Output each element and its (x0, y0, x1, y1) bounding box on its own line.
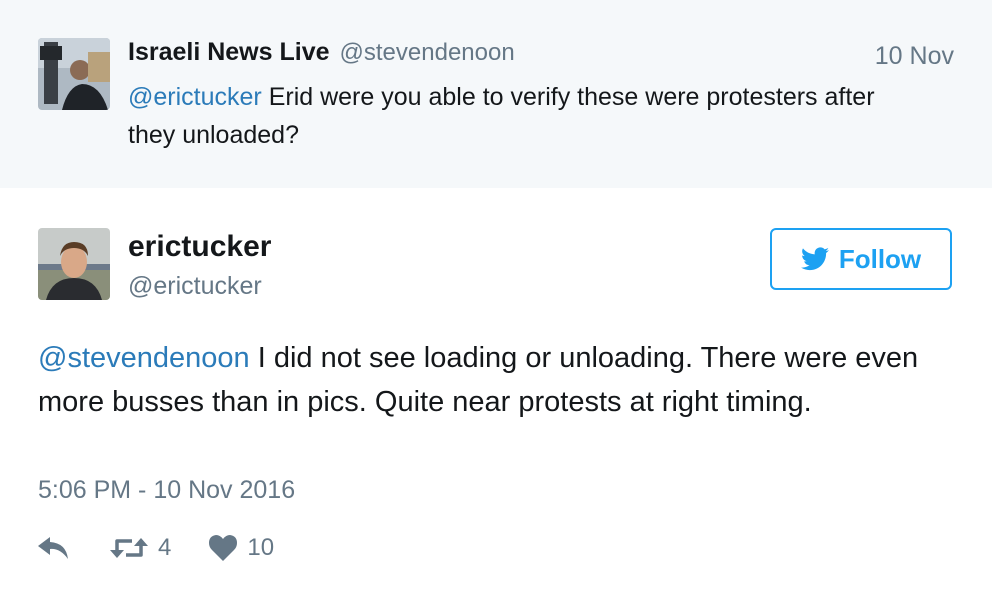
tweet-handle[interactable]: @erictucker (128, 272, 262, 301)
heart-icon (209, 535, 238, 561)
tweet-mention-link[interactable]: @stevendenoon (38, 342, 250, 374)
follow-button-label: Follow (838, 243, 922, 274)
tweet-text: @stevendenoon I did not see loading or u… (38, 336, 958, 424)
twitter-bird-icon (800, 247, 829, 271)
like-button[interactable]: 10 (209, 534, 274, 562)
tweet-actions: 4 10 (38, 530, 274, 566)
retweet-icon (110, 538, 148, 558)
tweet-timestamp[interactable]: 5:06 PM - 10 Nov 2016 (38, 476, 295, 505)
tweet-display-name[interactable]: erictucker (128, 230, 271, 264)
follow-button[interactable]: Follow (770, 228, 952, 290)
reply-icon (38, 537, 68, 559)
parent-tweet-text: @erictucker Erid were you able to verify… (128, 78, 928, 154)
retweet-button[interactable]: 4 (110, 534, 171, 562)
parent-display-name[interactable]: Israeli News Live (128, 38, 330, 67)
parent-handle[interactable]: @stevendenoon (340, 39, 515, 67)
retweet-count: 4 (158, 534, 172, 561)
user-avatar-icon[interactable] (38, 228, 110, 300)
parent-tweet[interactable]: Israeli News Live @stevendenoon 10 Nov @… (0, 0, 992, 188)
parent-date[interactable]: 10 Nov (875, 42, 954, 71)
like-count: 10 (247, 534, 275, 561)
parent-mention-link[interactable]: @erictucker (128, 83, 262, 111)
user-avatar-icon[interactable] (38, 38, 110, 110)
reply-button[interactable] (38, 537, 68, 559)
